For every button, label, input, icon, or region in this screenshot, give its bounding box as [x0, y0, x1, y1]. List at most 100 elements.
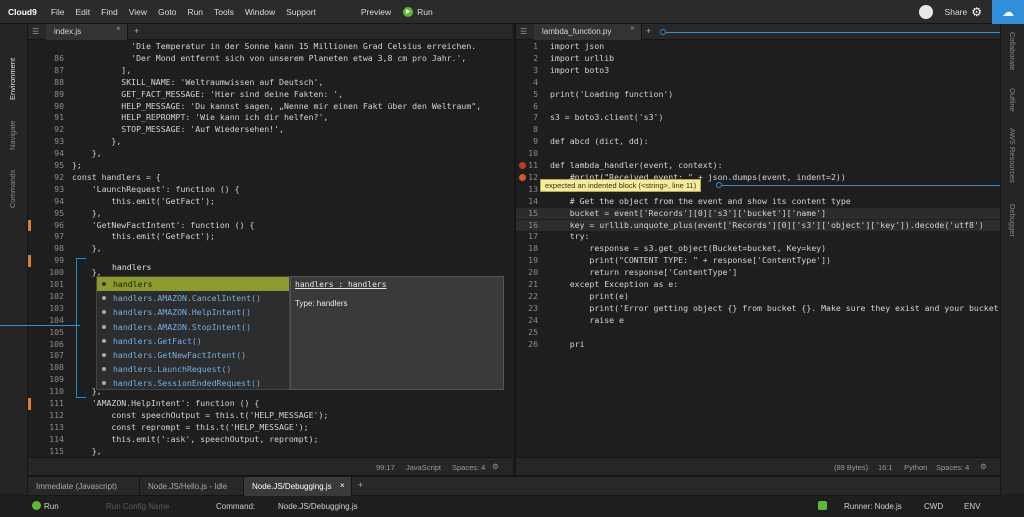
tab-debugging-js[interactable]: Node.JS/Debugging.js ×	[244, 477, 352, 496]
env-button[interactable]: ENV	[964, 502, 980, 511]
tab-hello-js[interactable]: Node.JS/Hello.js - Idle	[140, 477, 244, 496]
code-line[interactable]: 22 print(e)	[516, 291, 1000, 303]
language-mode[interactable]: JavaScript	[406, 463, 441, 472]
runner-select[interactable]: Runner: Node.js	[844, 502, 902, 511]
code-line[interactable]: 19 print("CONTENT TYPE: " + response['Co…	[516, 255, 1000, 267]
code-line[interactable]: 97 this.emit('GetFact');	[28, 231, 512, 243]
menu-view[interactable]: View	[129, 7, 147, 17]
code-line[interactable]: 86 'Der Mond entfernt sich von unserem P…	[28, 53, 512, 65]
tab-aws-resources[interactable]: AWS Resources	[1008, 128, 1017, 183]
autocomplete-typed-text[interactable]: handlers	[112, 262, 292, 274]
code-line[interactable]: 94 },	[28, 148, 512, 160]
code-line[interactable]: 115 },	[28, 446, 512, 457]
tab-debugger[interactable]: Debugger	[1008, 204, 1017, 237]
code-line[interactable]: 16 key = urllib.unquote_plus(event['Reco…	[516, 219, 1000, 232]
new-tab-icon[interactable]: +	[358, 480, 363, 490]
code-line[interactable]: 112 const speechOutput = this.t('HELP_ME…	[28, 410, 512, 422]
code-line[interactable]: 10	[516, 148, 1000, 160]
autocomplete-item[interactable]: handlers.AMAZON.HelpIntent()	[97, 305, 289, 319]
code-line[interactable]: 89 GET_FACT_MESSAGE: 'Hier sind deine Fa…	[28, 89, 512, 101]
autocomplete-item[interactable]: handlers.AMAZON.StopIntent()	[97, 320, 289, 334]
tab-navigate[interactable]: Navigate	[8, 120, 17, 150]
command-input[interactable]: Node.JS/Debugging.js	[278, 502, 358, 511]
run-config-input[interactable]: Run Config Name	[106, 502, 170, 511]
code-line[interactable]: 95 },	[28, 208, 512, 220]
code-line[interactable]: 88 SKILL_NAME: 'Weltraumwissen auf Deuts…	[28, 77, 512, 89]
cursor-position[interactable]: 16:1	[878, 463, 893, 472]
autocomplete-item[interactable]: handlers.AMAZON.CancelIntent()	[97, 291, 289, 305]
code-line[interactable]: 20 return response['ContentType']	[516, 267, 1000, 279]
menu-tools[interactable]: Tools	[214, 7, 234, 17]
code-line[interactable]: 17 try:	[516, 231, 1000, 243]
code-line[interactable]: 4	[516, 77, 1000, 89]
code-line[interactable]: 5 print('Loading function')	[516, 89, 1000, 101]
new-tab-icon[interactable]: +	[134, 26, 139, 36]
autocomplete-item[interactable]: handlers.SessionEndedRequest()	[97, 376, 289, 390]
code-line[interactable]: 11 def lambda_handler(event, context):	[516, 160, 1000, 172]
code-line[interactable]: 18 response = s3.get_object(Bucket=bucke…	[516, 243, 1000, 255]
autocomplete-item[interactable]: handlers.LaunchRequest()	[97, 362, 289, 376]
code-line[interactable]: 91 HELP_REPROMPT: 'Wie kann ich dir helf…	[28, 112, 512, 124]
menu-window[interactable]: Window	[245, 7, 275, 17]
gear-icon[interactable]: ⚙	[980, 462, 987, 471]
code-line[interactable]: 113 const reprompt = this.t('HELP_MESSAG…	[28, 422, 512, 434]
run-button[interactable]: ▶ Run	[403, 6, 433, 17]
code-line[interactable]: 26 pri	[516, 339, 1000, 351]
code-line[interactable]: 23 print('Error getting object {} from b…	[516, 303, 1000, 315]
gear-icon[interactable]: ⚙	[492, 462, 499, 471]
menu-run[interactable]: Run	[187, 7, 203, 17]
cwd-button[interactable]: CWD	[924, 502, 943, 511]
code-line[interactable]: 15 bucket = event['Records'][0]['s3']['b…	[516, 207, 1000, 220]
code-line[interactable]: 9 def abcd (dict, dd):	[516, 136, 1000, 148]
cloud9-logo[interactable]: Cloud9	[8, 7, 37, 17]
autocomplete-list[interactable]: handlers handlers.AMAZON.CancelIntent() …	[96, 276, 290, 390]
console-run-button[interactable]: Run	[44, 502, 59, 511]
gear-icon[interactable]: ⚙	[971, 5, 982, 19]
menu-support[interactable]: Support	[286, 7, 316, 17]
code-line[interactable]: 21 except Exception as e:	[516, 279, 1000, 291]
code-line[interactable]: 92 const handlers = {	[28, 172, 512, 184]
play-icon[interactable]	[32, 501, 41, 510]
tab-index-js[interactable]: index.js ×	[46, 24, 128, 40]
code-line[interactable]: 2 import urllib	[516, 53, 1000, 65]
code-line[interactable]: 93 },	[28, 136, 512, 148]
code-line[interactable]: 92 STOP_MESSAGE: 'Auf Wiedersehen!',	[28, 124, 512, 136]
autocomplete-item[interactable]: handlers.GetNewFactIntent()	[97, 348, 289, 362]
indent-setting[interactable]: Spaces: 4	[936, 463, 969, 472]
code-line[interactable]: 93 'LaunchRequest': function () {	[28, 184, 512, 196]
menu-icon[interactable]: ☰	[520, 27, 527, 36]
close-icon[interactable]: ×	[630, 24, 635, 33]
code-line[interactable]: 'Die Temperatur in der Sonne kann 15 Mil…	[28, 41, 512, 53]
menu-goto[interactable]: Goto	[158, 7, 176, 17]
autocomplete-item[interactable]: handlers.GetFact()	[97, 334, 289, 348]
code-line[interactable]: 1 import json	[516, 41, 1000, 53]
code-line[interactable]: 3 import boto3	[516, 65, 1000, 77]
code-line[interactable]: 6	[516, 101, 1000, 113]
tab-outline[interactable]: Outline	[1008, 88, 1017, 112]
code-line[interactable]: 111 'AMAZON.HelpIntent': function () {	[28, 398, 512, 410]
code-line[interactable]: 87 ],	[28, 65, 512, 77]
left-code-area[interactable]: 'Die Temperatur in der Sonne kann 15 Mil…	[28, 41, 512, 457]
close-icon[interactable]: ×	[340, 481, 345, 490]
code-line[interactable]: 25	[516, 327, 1000, 339]
cloud-icon[interactable]: ☁	[992, 0, 1024, 24]
preview-button[interactable]: Preview	[361, 7, 391, 17]
avatar[interactable]	[918, 5, 933, 19]
close-icon[interactable]: ×	[116, 24, 121, 33]
share-button[interactable]: Share	[945, 7, 968, 17]
code-line[interactable]: 114 this.emit(':ask', speechOutput, repr…	[28, 434, 512, 446]
code-line[interactable]: 90 HELP_MESSAGE: 'Du kannst sagen, „Nenn…	[28, 101, 512, 113]
code-line[interactable]: 14 # Get the object from the event and s…	[516, 196, 1000, 208]
tab-commands[interactable]: Commands	[8, 170, 17, 208]
right-code-area[interactable]: 1 import json 2 import urllib 3 import boto3 4…	[516, 41, 1000, 457]
new-tab-icon[interactable]: +	[646, 26, 651, 36]
autocomplete-item[interactable]: handlers	[97, 277, 289, 292]
code-line[interactable]: 8	[516, 124, 1000, 136]
code-line[interactable]: 7 s3 = boto3.client('s3')	[516, 112, 1000, 124]
tab-collaborate[interactable]: Collaborate	[1008, 32, 1017, 70]
menu-find[interactable]: Find	[101, 7, 118, 17]
language-mode[interactable]: Python	[904, 463, 927, 472]
tab-lambda-function-py[interactable]: lambda_function.py ×	[534, 24, 642, 40]
indent-setting[interactable]: Spaces: 4	[452, 463, 485, 472]
menu-icon[interactable]: ☰	[32, 27, 39, 36]
